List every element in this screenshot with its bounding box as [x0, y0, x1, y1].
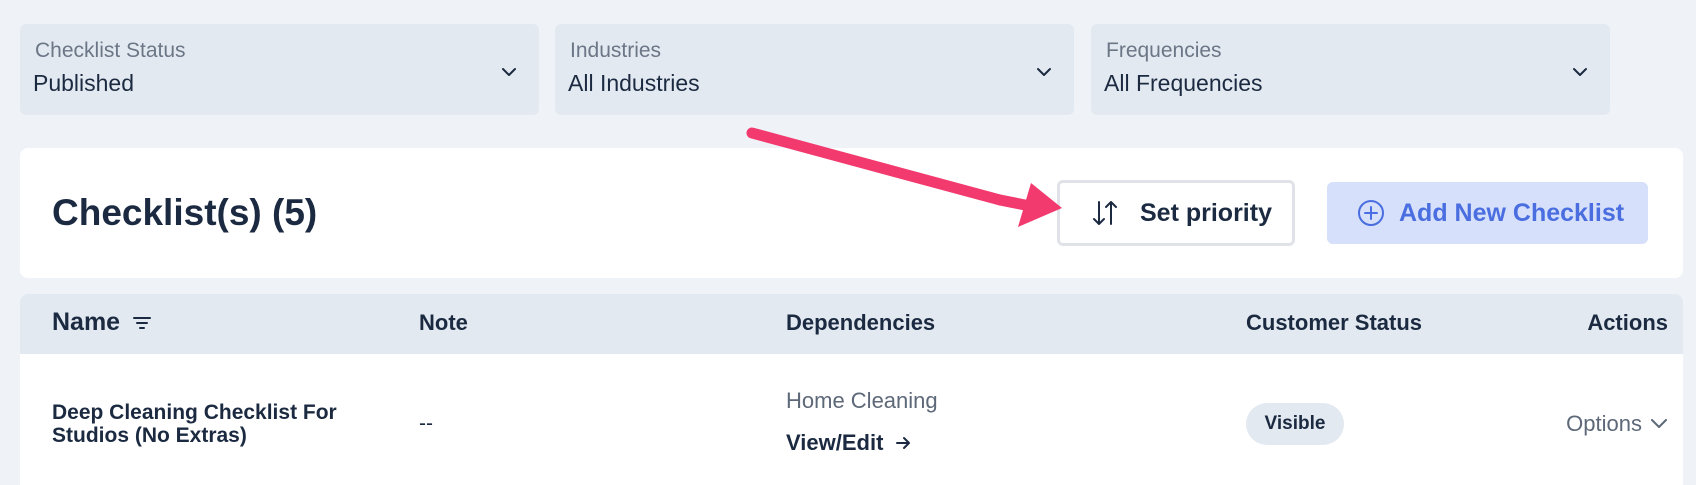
filter-label: Frequencies	[1106, 39, 1222, 62]
filter-value: All Industries	[568, 70, 700, 96]
arrow-right-icon	[896, 437, 911, 449]
checklist-header-card: Checklist(s) (5) Set priority Add New Ch…	[20, 148, 1683, 278]
filter-value: Published	[33, 70, 135, 96]
chevron-down-icon	[1573, 68, 1587, 76]
filter-label: Checklist Status	[35, 39, 186, 62]
chevron-down-icon	[1651, 419, 1667, 428]
status-badge: Visible	[1246, 403, 1344, 445]
filter-frequencies[interactable]: Frequencies All Frequencies	[1091, 24, 1610, 115]
filter-lines-icon[interactable]	[132, 315, 152, 331]
filter-value: All Frequencies	[1104, 70, 1263, 96]
table-row: Deep Cleaning Checklist For Studios (No …	[20, 354, 1683, 485]
sort-arrows-icon	[1093, 201, 1117, 225]
view-edit-link[interactable]: View/Edit	[786, 430, 911, 456]
add-new-checklist-button[interactable]: Add New Checklist	[1327, 182, 1648, 244]
options-dropdown[interactable]: Options	[1566, 411, 1668, 437]
view-edit-label: View/Edit	[786, 430, 884, 455]
column-note-header: Note	[419, 310, 468, 335]
checklist-name[interactable]: Deep Cleaning Checklist For Studios (No …	[52, 401, 372, 447]
table-header: Name Note Dependencies Customer Status A…	[20, 294, 1683, 354]
filter-industries[interactable]: Industries All Industries	[555, 24, 1074, 115]
dependency-name: Home Cleaning	[786, 388, 938, 413]
set-priority-label: Set priority	[1140, 198, 1272, 227]
set-priority-button[interactable]: Set priority	[1057, 180, 1295, 246]
column-customer-status-header: Customer Status	[1246, 310, 1423, 335]
filter-label: Industries	[570, 39, 662, 62]
filter-checklist-status[interactable]: Checklist Status Published	[20, 24, 539, 115]
options-label: Options	[1566, 411, 1642, 436]
chevron-down-icon	[502, 68, 516, 76]
add-new-checklist-label: Add New Checklist	[1399, 198, 1625, 227]
chevron-down-icon	[1037, 68, 1051, 76]
column-name-label: Name	[52, 308, 121, 336]
column-dependencies-header: Dependencies	[786, 310, 936, 335]
checklist-note: --	[419, 412, 433, 435]
page-title: Checklist(s) (5)	[52, 192, 318, 233]
column-actions-header: Actions	[1587, 310, 1668, 335]
column-name-header[interactable]: Name	[52, 308, 152, 337]
plus-circle-icon	[1358, 200, 1384, 226]
